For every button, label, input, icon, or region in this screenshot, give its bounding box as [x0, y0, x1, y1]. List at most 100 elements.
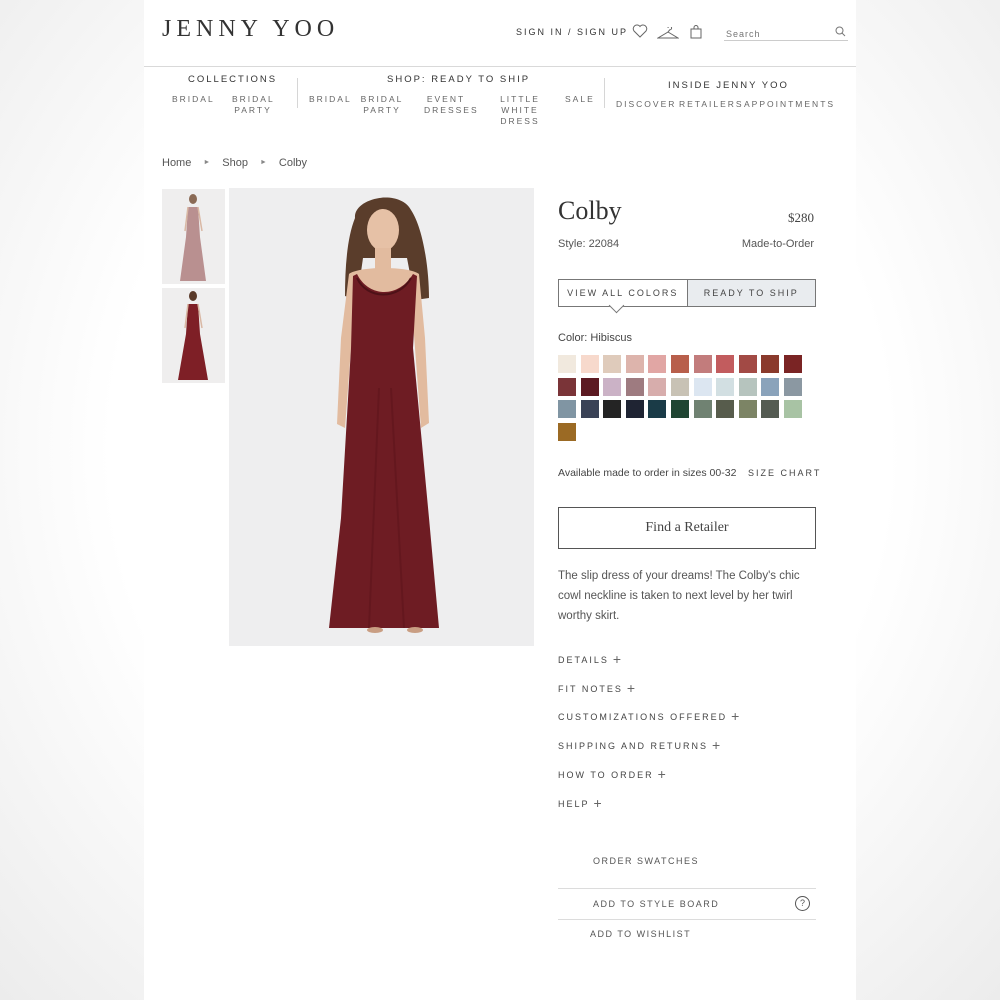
- nav-inside-discover[interactable]: DISCOVER: [616, 99, 676, 110]
- breadcrumb: Home ► Shop ► Colby: [162, 157, 307, 169]
- bag-icon[interactable]: [690, 25, 702, 44]
- color-swatch[interactable]: [580, 400, 599, 418]
- find-retailer-button[interactable]: Find a Retailer: [558, 507, 816, 549]
- color-swatch[interactable]: [716, 377, 735, 396]
- nav-separator: [604, 78, 605, 108]
- color-swatch[interactable]: [603, 377, 622, 396]
- nav-collections-bridal-party[interactable]: BRIDAL PARTY: [232, 94, 274, 116]
- tab-ready-to-ship[interactable]: READY TO SHIP: [687, 280, 815, 306]
- color-swatch[interactable]: [784, 355, 802, 373]
- color-swatch[interactable]: [693, 400, 712, 418]
- product-title: Colby: [558, 196, 622, 225]
- nav-ready-little-white-dress[interactable]: LITTLE WHITE DRESS: [482, 94, 558, 127]
- help-icon[interactable]: ?: [795, 896, 810, 911]
- color-tabs: VIEW ALL COLORS READY TO SHIP: [558, 279, 816, 307]
- order-swatches-link[interactable]: ORDER SWATCHES: [593, 856, 699, 866]
- plus-icon: +: [731, 708, 740, 724]
- nav-inside-appointments[interactable]: APPOINTMENTS: [744, 99, 835, 110]
- size-availability: Available made to order in sizes 00-32: [558, 467, 737, 479]
- nav-ready-event-dresses[interactable]: EVENT DRESSES: [424, 94, 477, 116]
- nav-separator: [297, 78, 298, 108]
- accordion-how-to-order[interactable]: HOW TO ORDER +: [558, 765, 666, 782]
- breadcrumb-arrow-icon: ►: [203, 159, 211, 166]
- plus-icon: +: [626, 680, 636, 696]
- color-swatch[interactable]: [648, 355, 667, 373]
- color-swatch[interactable]: [558, 422, 576, 441]
- product-style: Style: 22084: [558, 238, 620, 250]
- color-swatch[interactable]: [716, 355, 735, 373]
- color-swatch[interactable]: [761, 400, 780, 418]
- accordion-label: HOW TO ORDER: [558, 770, 654, 780]
- plus-icon: +: [657, 766, 666, 782]
- nav-inside-retailers[interactable]: RETAILERS: [679, 99, 744, 110]
- product-description: The slip dress of your dreams! The Colby…: [558, 570, 800, 622]
- accordion-label: SHIPPING AND RETURNS: [558, 741, 709, 751]
- tab-view-all-colors[interactable]: VIEW ALL COLORS: [559, 280, 688, 306]
- nav-inside-title[interactable]: INSIDE JENNY YOO: [668, 80, 789, 91]
- color-swatch[interactable]: [671, 355, 689, 373]
- search-input[interactable]: [724, 29, 826, 39]
- add-to-style-board-link[interactable]: ADD TO STYLE BOARD: [593, 899, 719, 909]
- breadcrumb-shop[interactable]: Shop: [222, 157, 248, 169]
- accordion-help[interactable]: HELP +: [558, 794, 602, 811]
- heart-icon[interactable]: [632, 24, 648, 43]
- nav-collections-title[interactable]: COLLECTIONS: [188, 74, 277, 85]
- color-swatch[interactable]: [784, 377, 802, 396]
- accordion-label: CUSTOMIZATIONS OFFERED: [558, 712, 728, 722]
- color-swatch[interactable]: [648, 400, 667, 418]
- color-swatch[interactable]: [784, 400, 802, 418]
- nav-ready-sale[interactable]: SALE: [565, 94, 595, 105]
- color-swatch[interactable]: [738, 355, 757, 373]
- nav-ready-bridal[interactable]: BRIDAL: [309, 94, 352, 105]
- product-price: $280: [788, 210, 814, 225]
- color-swatch[interactable]: [558, 355, 576, 373]
- selected-color-label: Color: Hibiscus: [558, 332, 632, 344]
- nav-collections-bridal[interactable]: BRIDAL: [172, 94, 215, 105]
- nav-ready-title[interactable]: SHOP: READY TO SHIP: [387, 74, 530, 85]
- accordion-label: HELP: [558, 799, 590, 809]
- accordion-fit-notes[interactable]: FIT NOTES +: [558, 679, 636, 696]
- plus-icon: +: [612, 651, 622, 667]
- color-swatch[interactable]: [761, 377, 780, 396]
- color-swatch[interactable]: [648, 377, 667, 396]
- accordion-details[interactable]: DETAILS +: [558, 650, 622, 667]
- accordion-customizations[interactable]: CUSTOMIZATIONS OFFERED +: [558, 707, 740, 724]
- color-swatch[interactable]: [761, 355, 780, 373]
- product-main-image[interactable]: [229, 188, 534, 646]
- sign-in-link[interactable]: SIGN IN / SIGN UP: [516, 27, 628, 37]
- color-swatch[interactable]: [693, 355, 712, 373]
- site-page: JENNY YOO SIGN IN / SIGN UP COLLECTIONS …: [144, 0, 856, 1000]
- color-swatch[interactable]: [580, 355, 599, 373]
- color-swatch[interactable]: [603, 355, 622, 373]
- size-chart-link[interactable]: SIZE CHART: [748, 468, 821, 478]
- color-swatch[interactable]: [603, 400, 622, 418]
- breadcrumb-home[interactable]: Home: [162, 157, 191, 169]
- accordion-label: FIT NOTES: [558, 684, 623, 694]
- nav-ready-bridal-party[interactable]: BRIDAL PARTY: [360, 94, 404, 116]
- color-swatch[interactable]: [693, 377, 712, 396]
- thumbnail-back[interactable]: [162, 288, 225, 383]
- thumbnail-front[interactable]: [162, 189, 225, 284]
- color-swatch[interactable]: [671, 377, 689, 396]
- color-swatch[interactable]: [625, 377, 644, 396]
- accordion-shipping-returns[interactable]: SHIPPING AND RETURNS +: [558, 736, 720, 753]
- breadcrumb-arrow-icon: ►: [259, 159, 267, 166]
- search-box[interactable]: [724, 24, 848, 41]
- header-divider: [144, 66, 856, 67]
- breadcrumb-current: Colby: [278, 157, 308, 169]
- color-swatch[interactable]: [558, 400, 576, 418]
- hanger-icon[interactable]: [656, 25, 680, 44]
- color-swatch[interactable]: [716, 400, 735, 418]
- site-logo[interactable]: JENNY YOO: [162, 16, 339, 43]
- accordion-label: DETAILS: [558, 655, 609, 665]
- color-swatch[interactable]: [558, 377, 576, 396]
- plus-icon: +: [593, 795, 602, 811]
- color-swatch[interactable]: [580, 377, 599, 396]
- color-swatch[interactable]: [738, 400, 757, 418]
- search-icon[interactable]: [835, 24, 846, 42]
- color-swatch[interactable]: [738, 377, 757, 396]
- add-to-wishlist-link[interactable]: ADD TO WISHLIST: [590, 929, 691, 939]
- color-swatch[interactable]: [671, 400, 689, 418]
- color-swatch[interactable]: [625, 355, 644, 373]
- color-swatch[interactable]: [625, 400, 644, 418]
